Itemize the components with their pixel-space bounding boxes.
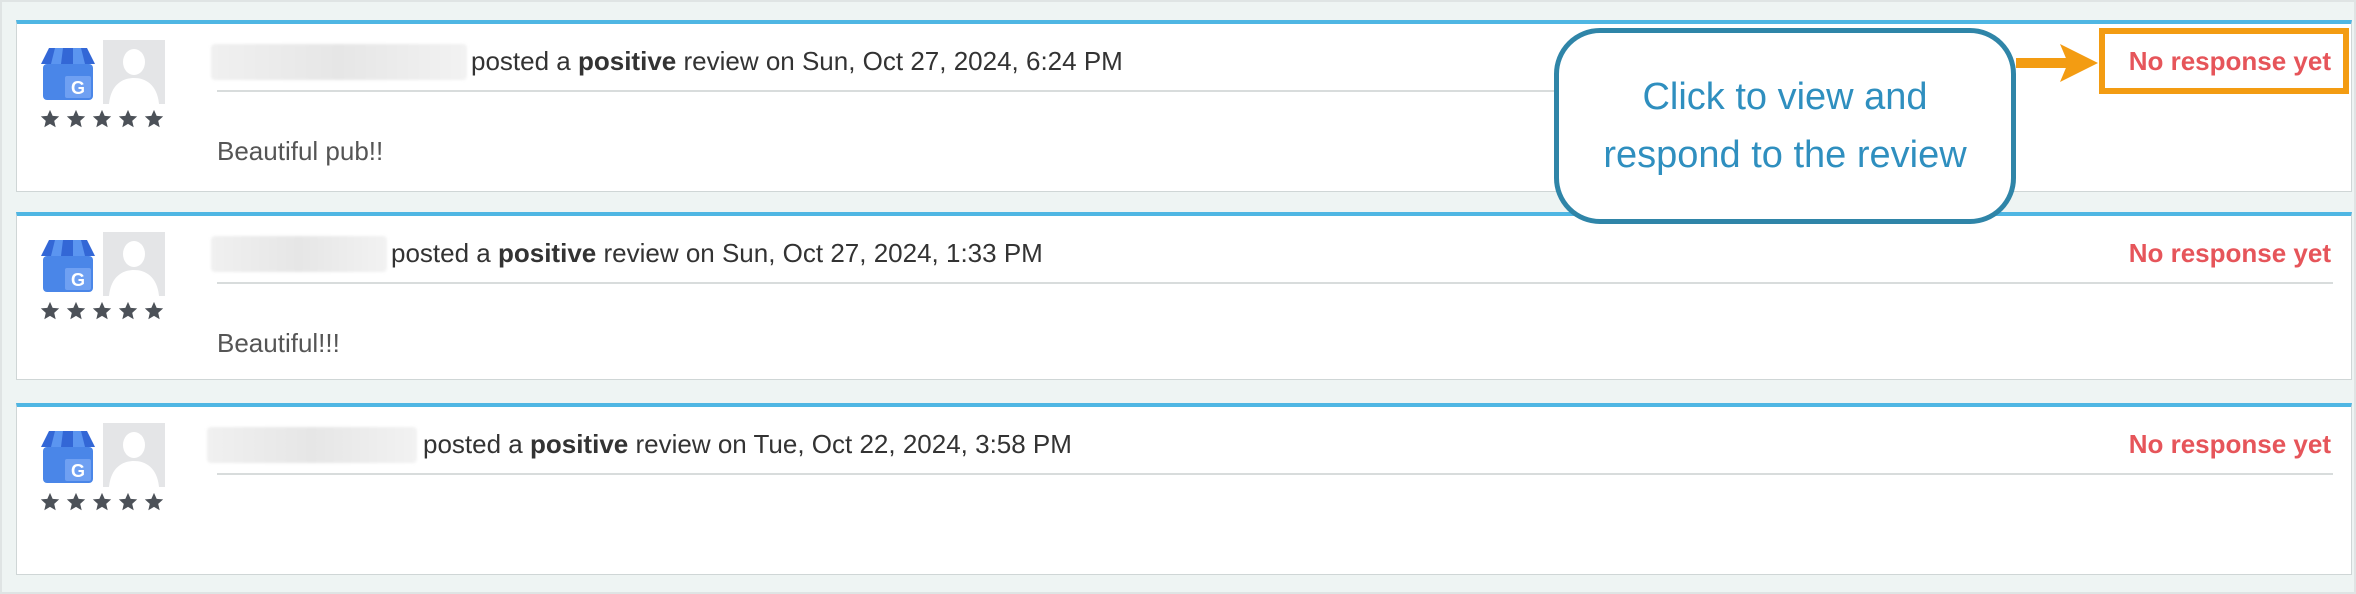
google-my-business-icon: G xyxy=(41,431,95,483)
svg-text:G: G xyxy=(71,461,85,481)
svg-text:G: G xyxy=(71,270,85,290)
posted-text: posted a xyxy=(423,429,523,459)
review-body: Beautiful!!! xyxy=(217,328,340,358)
header-divider xyxy=(217,473,2333,475)
rating-stars xyxy=(39,300,169,326)
star-icon xyxy=(66,301,86,320)
avatar-placeholder-icon xyxy=(103,40,165,104)
star-icon xyxy=(40,492,60,511)
svg-text:G: G xyxy=(71,78,85,98)
avatar-placeholder-icon xyxy=(103,232,165,296)
review-date: review on Sun, Oct 27, 2024, 6:24 PM xyxy=(683,46,1123,76)
sentiment-label: positive xyxy=(577,46,677,76)
avatar-placeholder-icon xyxy=(103,423,165,487)
arrow-right-icon xyxy=(2016,44,2098,82)
star-icon xyxy=(144,109,164,128)
header-divider xyxy=(217,90,1559,92)
review-body: Beautiful pub!! xyxy=(217,136,384,166)
star-icon xyxy=(92,492,112,511)
review-date: review on Sun, Oct 27, 2024, 1:33 PM xyxy=(603,238,1043,268)
callout-line-2: respond to the review xyxy=(1603,134,1967,176)
rating-stars xyxy=(39,108,169,134)
star-icon xyxy=(144,492,164,511)
review-card[interactable]: G posted a positive review on Sun, Oct 2… xyxy=(16,212,2352,380)
reviewer-name-redacted xyxy=(207,427,417,463)
star-icon xyxy=(66,109,86,128)
header-divider xyxy=(217,282,2333,284)
star-icon xyxy=(118,301,138,320)
reviewer-name-redacted xyxy=(211,44,467,80)
instruction-callout: Click to view and respond to the review xyxy=(1554,28,2016,224)
star-icon xyxy=(40,109,60,128)
star-icon xyxy=(92,301,112,320)
rating-stars xyxy=(39,491,169,517)
review-date: review on Tue, Oct 22, 2024, 3:58 PM xyxy=(635,429,1072,459)
star-icon xyxy=(92,109,112,128)
sentiment-label: positive xyxy=(529,429,629,459)
response-status-link[interactable]: No response yet xyxy=(2129,238,2331,269)
review-header: posted a positive review on Tue, Oct 22,… xyxy=(423,429,1072,460)
star-icon xyxy=(66,492,86,511)
sentiment-label: positive xyxy=(497,238,597,268)
response-status-link[interactable]: No response yet xyxy=(2129,429,2331,460)
star-icon xyxy=(144,301,164,320)
google-my-business-icon: G xyxy=(41,48,95,100)
posted-text: posted a xyxy=(391,238,491,268)
callout-line-1: Click to view and xyxy=(1642,76,1928,118)
star-icon xyxy=(118,109,138,128)
review-header: posted a positive review on Sun, Oct 27,… xyxy=(391,238,1043,269)
star-icon xyxy=(118,492,138,511)
status-highlight-box xyxy=(2099,28,2349,94)
review-header: posted a positive review on Sun, Oct 27,… xyxy=(471,46,1123,77)
google-my-business-icon: G xyxy=(41,240,95,292)
review-card[interactable]: G posted a positive review on Tue, Oct 2… xyxy=(16,403,2352,575)
star-icon xyxy=(40,301,60,320)
reviewer-name-redacted xyxy=(211,236,387,272)
reviews-panel: G posted a positive review on Sun, Oct 2… xyxy=(0,0,2356,594)
posted-text: posted a xyxy=(471,46,571,76)
